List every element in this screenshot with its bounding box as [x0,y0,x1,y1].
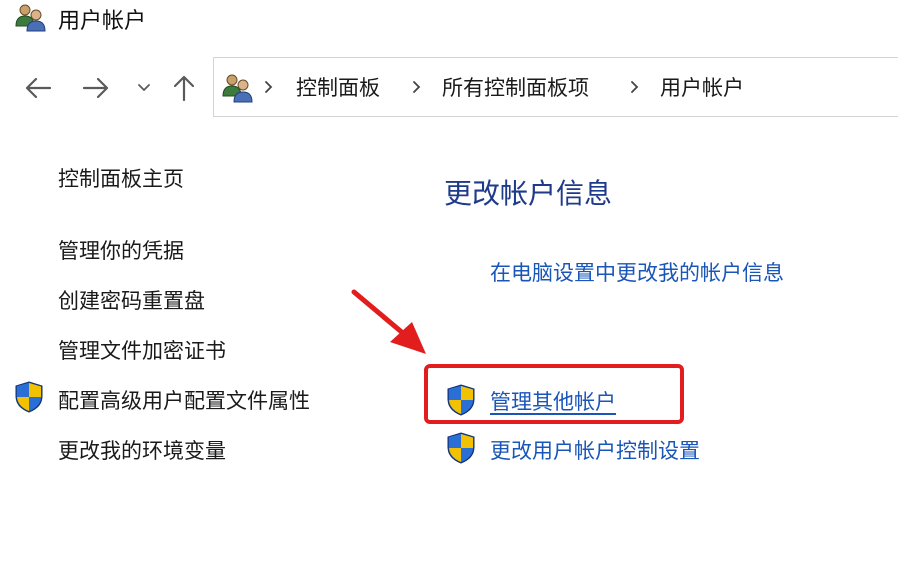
forward-arrow-icon [82,77,109,99]
back-button[interactable] [22,72,54,104]
breadcrumb-control-panel[interactable]: 控制面板 [296,72,380,102]
manage-other-accounts-link[interactable]: 管理其他帐户 [490,386,616,416]
change-uac-settings-link[interactable]: 更改用户帐户控制设置 [490,435,700,465]
annotation-arrow [351,289,426,354]
sidebar-item-environment-variables[interactable]: 更改我的环境变量 [58,435,226,465]
breadcrumb-separator[interactable] [410,75,424,99]
sidebar-item-file-encryption-certs[interactable]: 管理文件加密证书 [58,335,226,365]
up-arrow-icon [173,75,195,102]
sidebar-item-manage-credentials[interactable]: 管理你的凭据 [58,235,184,265]
address-bar[interactable]: 控制面板 所有控制面板项 用户帐户 [213,57,898,117]
back-arrow-icon [25,77,52,99]
sidebar-item-password-reset-disk[interactable]: 创建密码重置盘 [58,285,205,315]
breadcrumb-user-accounts[interactable]: 用户帐户 [660,72,744,102]
breadcrumb-separator[interactable] [262,75,276,99]
sidebar-item-advanced-profile-properties[interactable]: 配置高级用户配置文件属性 [58,385,310,415]
change-account-info-in-pc-settings-link[interactable]: 在电脑设置中更改我的帐户信息 [490,257,784,287]
chevron-right-icon [413,81,421,93]
up-button[interactable] [168,72,200,104]
forward-button[interactable] [80,72,112,104]
window-title: 用户帐户 [58,9,147,34]
control-panel-window: 用户帐户 控制面板 所有控制面板项 用户帐户 控制面板主页 管理你的凭据 创建密… [0,0,898,566]
users-icon [222,74,253,103]
chevron-right-icon [631,81,639,93]
chevron-down-icon [138,84,150,91]
uac-shield-icon [15,381,43,413]
users-icon [15,4,46,32]
recent-locations-button[interactable] [132,72,156,104]
breadcrumb-separator[interactable] [628,75,642,99]
chevron-right-icon [265,81,273,93]
uac-shield-icon [447,432,475,464]
breadcrumb-all-items[interactable]: 所有控制面板项 [442,72,589,102]
sidebar-item-control-panel-home[interactable]: 控制面板主页 [58,163,184,193]
page-heading: 更改帐户信息 [444,177,613,210]
uac-shield-icon [447,384,475,416]
